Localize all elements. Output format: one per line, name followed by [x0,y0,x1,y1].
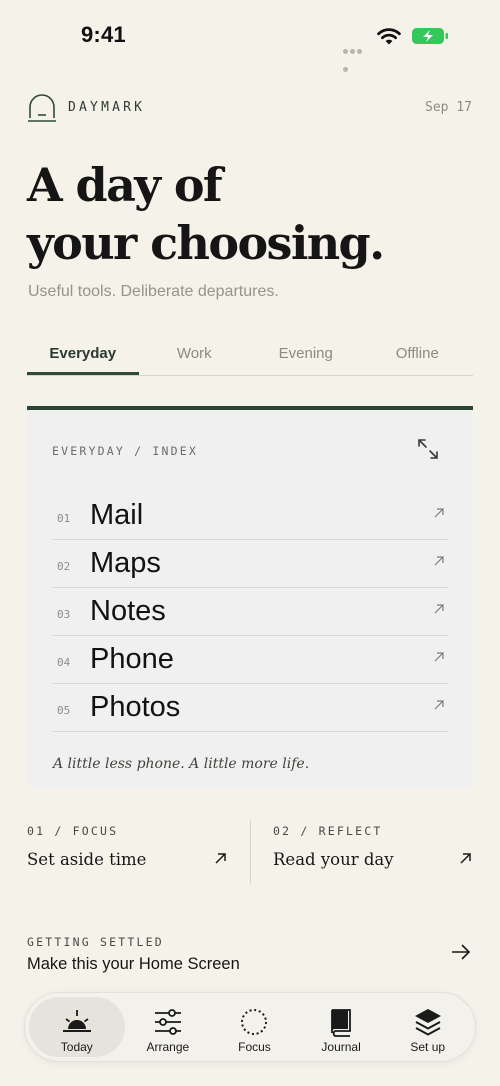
arrow-up-right-icon [434,700,444,710]
sliders-icon [154,1009,181,1035]
wifi-icon [377,28,401,45]
nav-label: Today [60,1040,93,1054]
bottom-nav: Today Arrange Focus Journal Set up [24,992,476,1062]
feature-title: Set aside time [27,850,147,869]
sunrise-icon [62,1010,91,1032]
tab-bar: Everyday Work Evening Offline [27,336,473,376]
arrow-up-right-icon [434,556,444,566]
app-row-photos[interactable]: 05 Photos [52,684,448,732]
tab-offline[interactable]: Offline [362,336,474,375]
app-number: 04 [57,656,71,669]
app-number: 03 [57,608,71,621]
settled-label: GETTING SETTLED [27,935,164,949]
app-row-phone[interactable]: 04 Phone [52,636,448,684]
app-number: 02 [57,560,71,573]
feature-title: Read your day [273,850,394,869]
app-name: Mail [90,499,144,531]
feature-label: 01 / FOCUS [27,824,119,838]
app-number: 01 [57,512,71,525]
app-list: 01 Mail 02 Maps 03 Notes 04 Phone 05 Pho… [52,492,448,732]
focus-feature[interactable]: 01 / FOCUS Set aside time [27,820,249,884]
app-name: Phone [90,643,174,675]
brand-name: DAYMARK [68,100,146,115]
signal-icon [343,41,369,72]
feature-label: 02 / REFLECT [273,824,383,838]
nav-label: Journal [321,1040,361,1054]
page-subtitle: Useful tools. Deliberate departures. [28,283,279,300]
app-index-card: EVERYDAY / INDEX 01 Mail 02 Maps 03 Note… [27,406,473,788]
page-title-line: your choosing. [27,216,385,270]
layers-icon [414,1009,441,1036]
arrow-right-icon [452,944,471,960]
page-title-line: A day of [27,158,223,212]
app-row-notes[interactable]: 03 Notes [52,588,448,636]
arrow-up-right-icon [434,604,444,614]
reflect-feature[interactable]: 02 / REFLECT Read your day [273,820,473,884]
battery-charging-icon [412,28,448,44]
settled-title: Make this your Home Screen [27,955,240,973]
app-name: Photos [90,691,181,723]
nav-label: Focus [238,1040,271,1054]
nav-focus[interactable]: Focus [211,997,298,1057]
app-row-mail[interactable]: 01 Mail [52,492,448,540]
app-name: Notes [90,595,166,627]
app-row-maps[interactable]: 02 Maps [52,540,448,588]
app-name: Maps [90,547,161,579]
arrow-up-right-icon [215,853,226,864]
divider [250,820,251,884]
app-number: 05 [57,704,71,717]
arrow-up-right-icon [460,853,471,864]
nav-today[interactable]: Today [29,997,125,1057]
card-tagline: A little less phone. A little more life. [53,756,310,772]
daymark-logo-icon [28,94,56,122]
nav-setup[interactable]: Set up [384,997,471,1057]
arrow-up-right-icon [434,508,444,518]
nav-journal[interactable]: Journal [298,997,385,1057]
page-title: A day of your choosing. [27,156,467,272]
tab-everyday[interactable]: Everyday [27,336,139,375]
nav-label: Arrange [146,1040,190,1054]
dotted-circle-icon [241,1009,268,1035]
getting-settled-link[interactable]: GETTING SETTLED Make this your Home Scre… [27,930,473,978]
status-bar: 9:41 [0,0,500,72]
tab-evening[interactable]: Evening [250,336,362,375]
nav-label: Set up [410,1040,446,1054]
status-time: 9:41 [81,22,126,47]
book-icon [331,1009,351,1037]
nav-arrange[interactable]: Arrange [125,997,212,1057]
card-label: EVERYDAY / INDEX [52,444,198,458]
tab-work[interactable]: Work [139,336,251,375]
expand-icon[interactable] [417,438,439,460]
header-date: Sep 17 [425,100,472,115]
arrow-up-right-icon [434,652,444,662]
